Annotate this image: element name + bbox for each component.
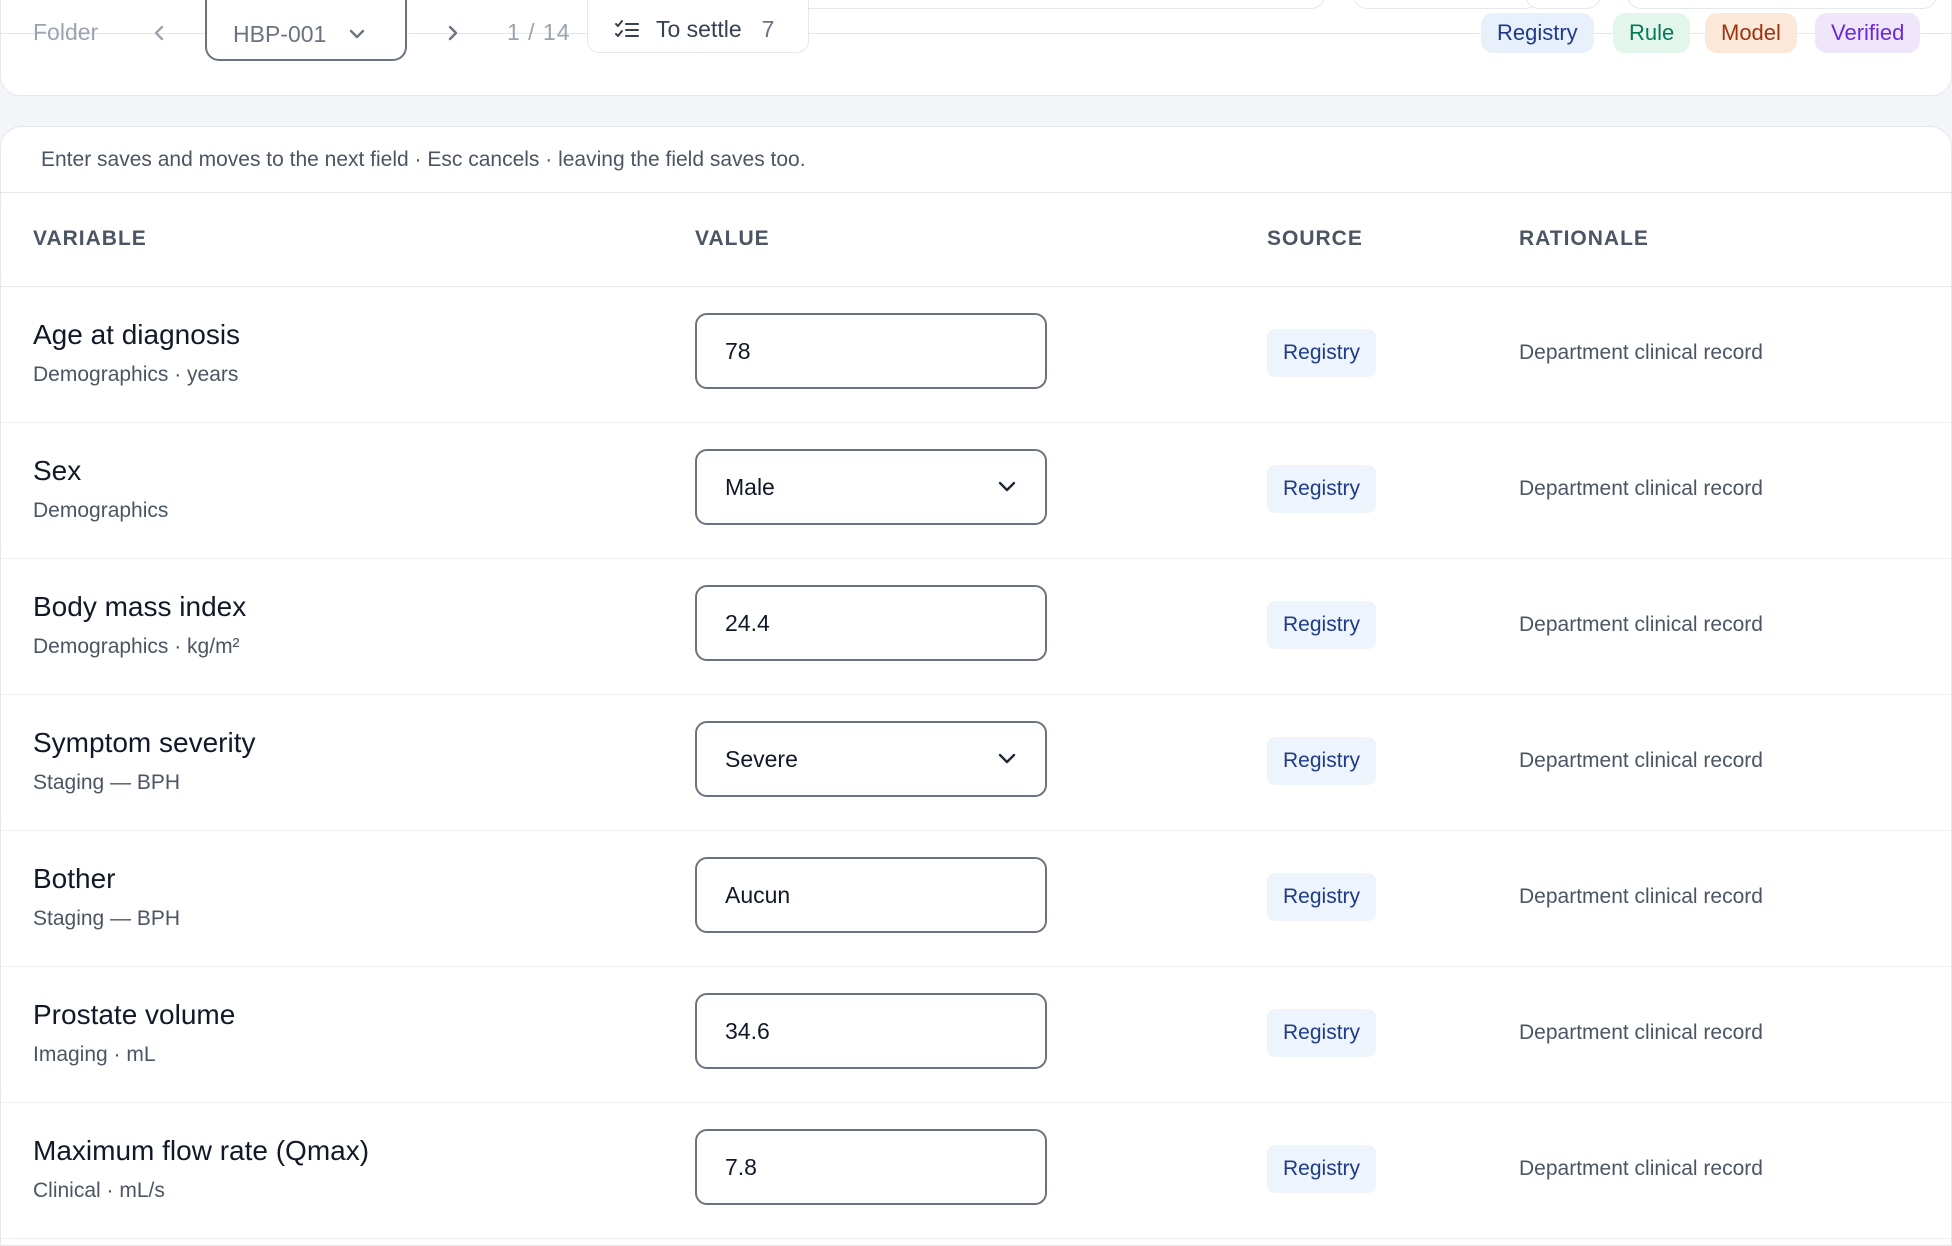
table-row: Age at diagnosis Demographics · years 78… xyxy=(1,287,1951,423)
table-row: Maximum flow rate (Qmax) Clinical · mL/s… xyxy=(1,1103,1951,1239)
case-id: HBP-001 xyxy=(233,20,327,47)
rationale-text: Department clinical record xyxy=(1519,613,1763,636)
toolbar-control-edge[interactable] xyxy=(1627,0,1937,9)
table-row: Symptom severity Staging — BPH Severe Re… xyxy=(1,695,1951,831)
variable-name: Bother xyxy=(33,863,116,894)
rationale-text: Department clinical record xyxy=(1519,749,1763,772)
variable-meta: Demographics xyxy=(33,499,169,522)
search-field-edge[interactable] xyxy=(765,0,1325,9)
column-header-variable: VARIABLE xyxy=(33,227,147,250)
to-settle-count: 7 xyxy=(761,16,775,42)
toolbar-control-edge[interactable] xyxy=(1353,0,1539,9)
rationale-text: Department clinical record xyxy=(1519,885,1763,908)
folder-label: Folder xyxy=(33,19,99,45)
keyboard-hint: Enter saves and moves to the next field … xyxy=(1,127,1951,193)
variable-name: Age at diagnosis xyxy=(33,319,241,350)
chevron-down-icon xyxy=(998,481,1016,492)
variable-meta: Staging — BPH xyxy=(33,907,181,930)
variable-name: Sex xyxy=(33,455,82,486)
column-header-rationale: RATIONALE xyxy=(1519,227,1649,250)
value-text: 7.8 xyxy=(725,1153,757,1180)
legend-chip-model: Model xyxy=(1705,13,1797,53)
variable-name: Maximum flow rate (Qmax) xyxy=(33,1135,370,1166)
source-badge: Registry xyxy=(1267,329,1377,377)
variable-meta: Imaging · mL xyxy=(33,1043,156,1066)
to-settle-button[interactable]: To settle 7 xyxy=(587,0,809,53)
column-header-value: VALUE xyxy=(695,227,770,250)
variable-name: Prostate volume xyxy=(33,999,236,1030)
variable-name: Body mass index xyxy=(33,591,247,622)
case-selector[interactable]: HBP-001 xyxy=(205,0,407,61)
value-input[interactable]: 24.4 xyxy=(695,585,1047,661)
value-text: Male xyxy=(725,473,775,500)
table-row: Bother Staging — BPH Aucun Registry Depa… xyxy=(1,831,1951,967)
source-badge: Registry xyxy=(1267,873,1377,921)
value-input[interactable]: Aucun xyxy=(695,857,1047,933)
value-input[interactable]: 34.6 xyxy=(695,993,1047,1069)
value-text: 34.6 xyxy=(725,1017,770,1044)
value-text: Aucun xyxy=(725,881,791,908)
value-input[interactable]: 7.8 xyxy=(695,1129,1047,1205)
value-input[interactable]: 78 xyxy=(695,313,1047,389)
variable-meta: Demographics · kg/m² xyxy=(33,635,240,658)
case-pager: 1 / 14 xyxy=(507,19,571,45)
checklist-icon xyxy=(615,19,639,37)
chevron-left-icon xyxy=(154,25,164,41)
source-badge: Registry xyxy=(1267,1145,1377,1193)
legend-chip-verified: Verified xyxy=(1815,13,1921,53)
variable-meta: Clinical · mL/s xyxy=(33,1179,165,1202)
value-text: Severe xyxy=(725,745,798,772)
source-badge: Registry xyxy=(1267,1009,1377,1057)
value-select[interactable]: Male xyxy=(695,449,1047,525)
chevron-right-icon xyxy=(448,25,458,41)
variable-meta: Staging — BPH xyxy=(33,771,181,794)
variable-meta: Demographics · years xyxy=(33,363,239,386)
source-badge: Registry xyxy=(1267,737,1377,785)
rationale-text: Department clinical record xyxy=(1519,341,1763,364)
to-settle-label: To settle xyxy=(656,16,742,42)
value-text: 78 xyxy=(725,337,751,364)
rationale-text: Department clinical record xyxy=(1519,477,1763,500)
toolbar-control-edge[interactable] xyxy=(1525,0,1601,9)
next-case-button[interactable] xyxy=(433,13,473,53)
table-row: Sex Demographics Male Registry Departmen… xyxy=(1,423,1951,559)
chevron-down-icon xyxy=(998,753,1016,764)
chevron-down-icon xyxy=(350,29,365,39)
value-text: 24.4 xyxy=(725,609,770,636)
table-row: Prostate volume Imaging · mL 34.6 Regist… xyxy=(1,967,1951,1103)
variable-name: Symptom severity xyxy=(33,727,256,758)
table-header: VARIABLE VALUE SOURCE RATIONALE xyxy=(1,193,1951,287)
source-badge: Registry xyxy=(1267,601,1377,649)
source-badge: Registry xyxy=(1267,465,1377,513)
variables-card: Enter saves and moves to the next field … xyxy=(0,126,1952,1246)
legend-chip-rule: Rule xyxy=(1613,13,1691,53)
rationale-text: Department clinical record xyxy=(1519,1157,1763,1180)
previous-case-button[interactable] xyxy=(139,13,179,53)
legend-chip-registry: Registry xyxy=(1481,13,1594,53)
toolbar: Folder HBP-001 1 / 14 To settle 7 Regist… xyxy=(0,0,1952,96)
table-row: Body mass index Demographics · kg/m² 24.… xyxy=(1,559,1951,695)
value-select[interactable]: Severe xyxy=(695,721,1047,797)
column-header-source: SOURCE xyxy=(1267,227,1363,250)
variables-table-body: Age at diagnosis Demographics · years 78… xyxy=(1,287,1951,1239)
rationale-text: Department clinical record xyxy=(1519,1021,1763,1044)
